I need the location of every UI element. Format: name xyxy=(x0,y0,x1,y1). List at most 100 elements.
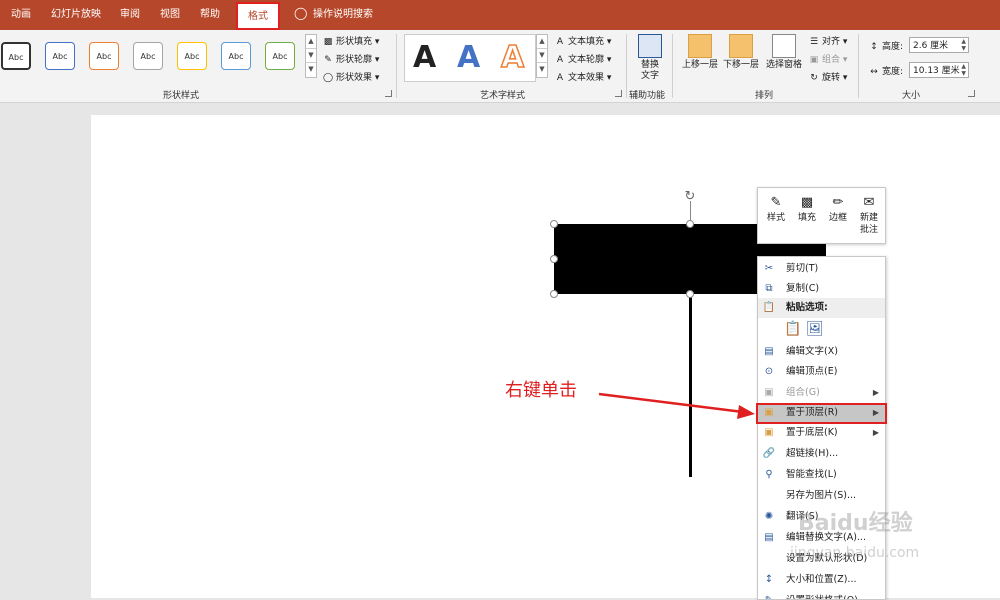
height-label: ↕ 高度: xyxy=(868,39,903,52)
menu-item-cut[interactable]: ✂ 剪切(T) xyxy=(758,259,885,279)
menu-item-edit-text[interactable]: ▤ 编辑文字(X) xyxy=(758,342,885,362)
gallery-more-icon[interactable]: ▼ xyxy=(537,63,547,76)
style-icon: ✎ xyxy=(770,195,782,210)
comment-icon: ✉ xyxy=(863,195,875,210)
dialog-launcher-icon[interactable] xyxy=(968,90,975,97)
send-backward-icon xyxy=(729,34,753,58)
effects-icon: ◯ xyxy=(322,73,334,83)
send-to-back-icon: ▣ xyxy=(764,427,774,438)
shape-style-thumb-4[interactable]: Abc xyxy=(133,42,163,70)
edit-points-icon: ⊙ xyxy=(764,366,774,377)
resize-handle[interactable] xyxy=(550,255,558,263)
shape-style-gallery-scroll[interactable]: ▲ ▼ ▼ xyxy=(305,34,317,78)
annotation-label: 右键单击 xyxy=(505,380,577,401)
width-label: ↔ 宽度: xyxy=(868,64,903,77)
text-outline-button[interactable]: A 文本轮廓 ▾ xyxy=(554,52,612,65)
paint-bucket-icon: ▩ xyxy=(323,37,333,47)
text-effects-icon: A xyxy=(556,73,564,83)
group-label-accessibility: 辅助功能 xyxy=(629,91,666,101)
align-button[interactable]: ☰ 对齐 ▾ xyxy=(808,34,847,47)
menu-item-smart-lookup[interactable]: ⚲ 智能查找(L) xyxy=(758,465,885,485)
spinner-icon[interactable]: ▲ ▼ xyxy=(961,63,966,77)
divider xyxy=(396,34,397,98)
paste-options-row: 📋 🖼 xyxy=(758,318,885,342)
shape-style-thumb-2[interactable]: Abc xyxy=(45,42,75,70)
text-effects-button[interactable]: A 文本效果 ▾ xyxy=(554,70,612,83)
scroll-down-icon[interactable]: ▼ xyxy=(306,49,316,63)
dialog-launcher-icon[interactable] xyxy=(385,90,392,97)
shape-outline-button[interactable]: ✎ 形状轮廓 ▾ xyxy=(322,52,379,65)
menu-item-format-shape[interactable]: ✎设置形状格式(O)... xyxy=(758,591,885,599)
shape-style-thumb-1[interactable]: Abc xyxy=(1,42,31,70)
send-backward-button[interactable]: 下移一层 xyxy=(722,34,760,71)
height-input[interactable]: 2.6 厘米 ▲ ▼ xyxy=(909,37,969,53)
menu-item-hyperlink[interactable]: 🔗 超链接(H)... xyxy=(758,444,885,464)
shape-style-thumb-7[interactable]: Abc xyxy=(265,42,295,70)
wordart-gallery-scroll[interactable]: ▲ ▼ ▼ xyxy=(536,34,548,78)
menu-item-edit-points[interactable]: ⊙ 编辑顶点(E) xyxy=(758,362,885,382)
divider xyxy=(626,34,627,98)
paste-icon: 📋 xyxy=(762,302,776,313)
tell-me-search[interactable]: 操作说明搜索 xyxy=(313,0,373,30)
highlight-box xyxy=(756,403,887,424)
tab-slideshow[interactable]: 幻灯片放映 xyxy=(51,0,101,30)
menu-item-size-position[interactable]: ↕ 大小和位置(Z)... xyxy=(758,570,885,590)
scroll-up-icon[interactable]: ▲ xyxy=(537,35,547,49)
size-position-icon: ↕ xyxy=(764,574,774,585)
gallery-more-icon[interactable]: ▼ xyxy=(306,63,316,76)
bring-forward-button[interactable]: 上移一层 xyxy=(681,34,719,71)
lightbulb-icon: ◯ xyxy=(294,6,308,20)
mini-style-button[interactable]: ✎ 样式 xyxy=(762,194,790,224)
tab-help[interactable]: 帮助 xyxy=(200,0,220,30)
mini-toolbar: ✎ 样式 ▩ 填充 ✏ 边框 ✉ 新建 批注 xyxy=(757,187,886,244)
vertical-line-shape[interactable] xyxy=(689,294,692,477)
shape-style-thumb-6[interactable]: Abc xyxy=(221,42,251,70)
mini-border-button[interactable]: ✏ 边框 xyxy=(824,194,852,224)
scroll-down-icon[interactable]: ▼ xyxy=(537,49,547,63)
group-label-size: 大小 xyxy=(902,91,921,101)
wordart-style-1[interactable]: A xyxy=(413,38,436,78)
tab-view[interactable]: 视图 xyxy=(160,0,180,30)
tab-animations[interactable]: 动画 xyxy=(11,0,31,30)
spinner-icon[interactable]: ▲ ▼ xyxy=(961,38,966,52)
rotate-handle-icon[interactable]: ↻ xyxy=(683,190,697,204)
shape-fill-button[interactable]: ▩ 形状填充 ▾ xyxy=(322,34,380,47)
scroll-up-icon[interactable]: ▲ xyxy=(306,35,316,49)
text-fill-button[interactable]: A 文本填充 ▾ xyxy=(554,34,612,47)
menu-item-copy[interactable]: ⧉ 复制(C) xyxy=(758,279,885,299)
resize-handle[interactable] xyxy=(550,220,558,228)
group-label-wordart: 艺术字样式 xyxy=(480,91,526,101)
text-outline-icon: A xyxy=(556,55,564,65)
paste-picture-icon[interactable]: 🖼 xyxy=(806,322,824,336)
selection-pane-button[interactable]: 选择窗格 xyxy=(764,34,804,71)
tab-format[interactable]: 格式 xyxy=(236,2,280,30)
menu-item-save-as-picture[interactable]: 另存为图片(S)... xyxy=(758,486,885,506)
resize-handle[interactable] xyxy=(686,290,694,298)
wordart-style-2[interactable]: A xyxy=(457,38,480,78)
dialog-launcher-icon[interactable] xyxy=(615,90,622,97)
paste-keep-format-icon[interactable]: 📋 xyxy=(784,322,801,336)
align-icon: ☰ xyxy=(809,37,819,47)
shape-style-thumb-3[interactable]: Abc xyxy=(89,42,119,70)
mini-new-comment-button[interactable]: ✉ 新建 批注 xyxy=(855,194,883,236)
alt-text-button[interactable]: 替换文字 xyxy=(636,34,664,82)
resize-handle[interactable] xyxy=(686,220,694,228)
ribbon-tab-bar: 动画 幻灯片放映 审阅 视图 帮助 格式 ◯ 操作说明搜索 xyxy=(0,0,1000,30)
width-input[interactable]: 10.13 厘米 ▲ ▼ xyxy=(909,62,969,78)
divider xyxy=(672,34,673,98)
shape-effects-button[interactable]: ◯ 形状效果 ▾ xyxy=(322,70,379,83)
translate-icon: ✺ xyxy=(764,511,774,522)
menu-item-send-to-back[interactable]: ▣ 置于底层(K) ▶ xyxy=(758,423,885,443)
alt-text-icon: ▤ xyxy=(764,532,774,543)
pen-icon: ✏ xyxy=(832,195,844,210)
blank-icon xyxy=(762,552,776,566)
shape-style-thumb-5[interactable]: Abc xyxy=(177,42,207,70)
tab-review[interactable]: 审阅 xyxy=(120,0,140,30)
mini-fill-button[interactable]: ▩ 填充 xyxy=(793,194,821,224)
resize-handle[interactable] xyxy=(550,290,558,298)
selection-pane-icon xyxy=(772,34,796,58)
wordart-style-3[interactable]: A xyxy=(500,38,525,78)
search-icon: ⚲ xyxy=(765,469,773,480)
annotation-arrow xyxy=(598,392,755,419)
rotate-button[interactable]: ↻ 旋转 ▾ xyxy=(808,70,847,83)
